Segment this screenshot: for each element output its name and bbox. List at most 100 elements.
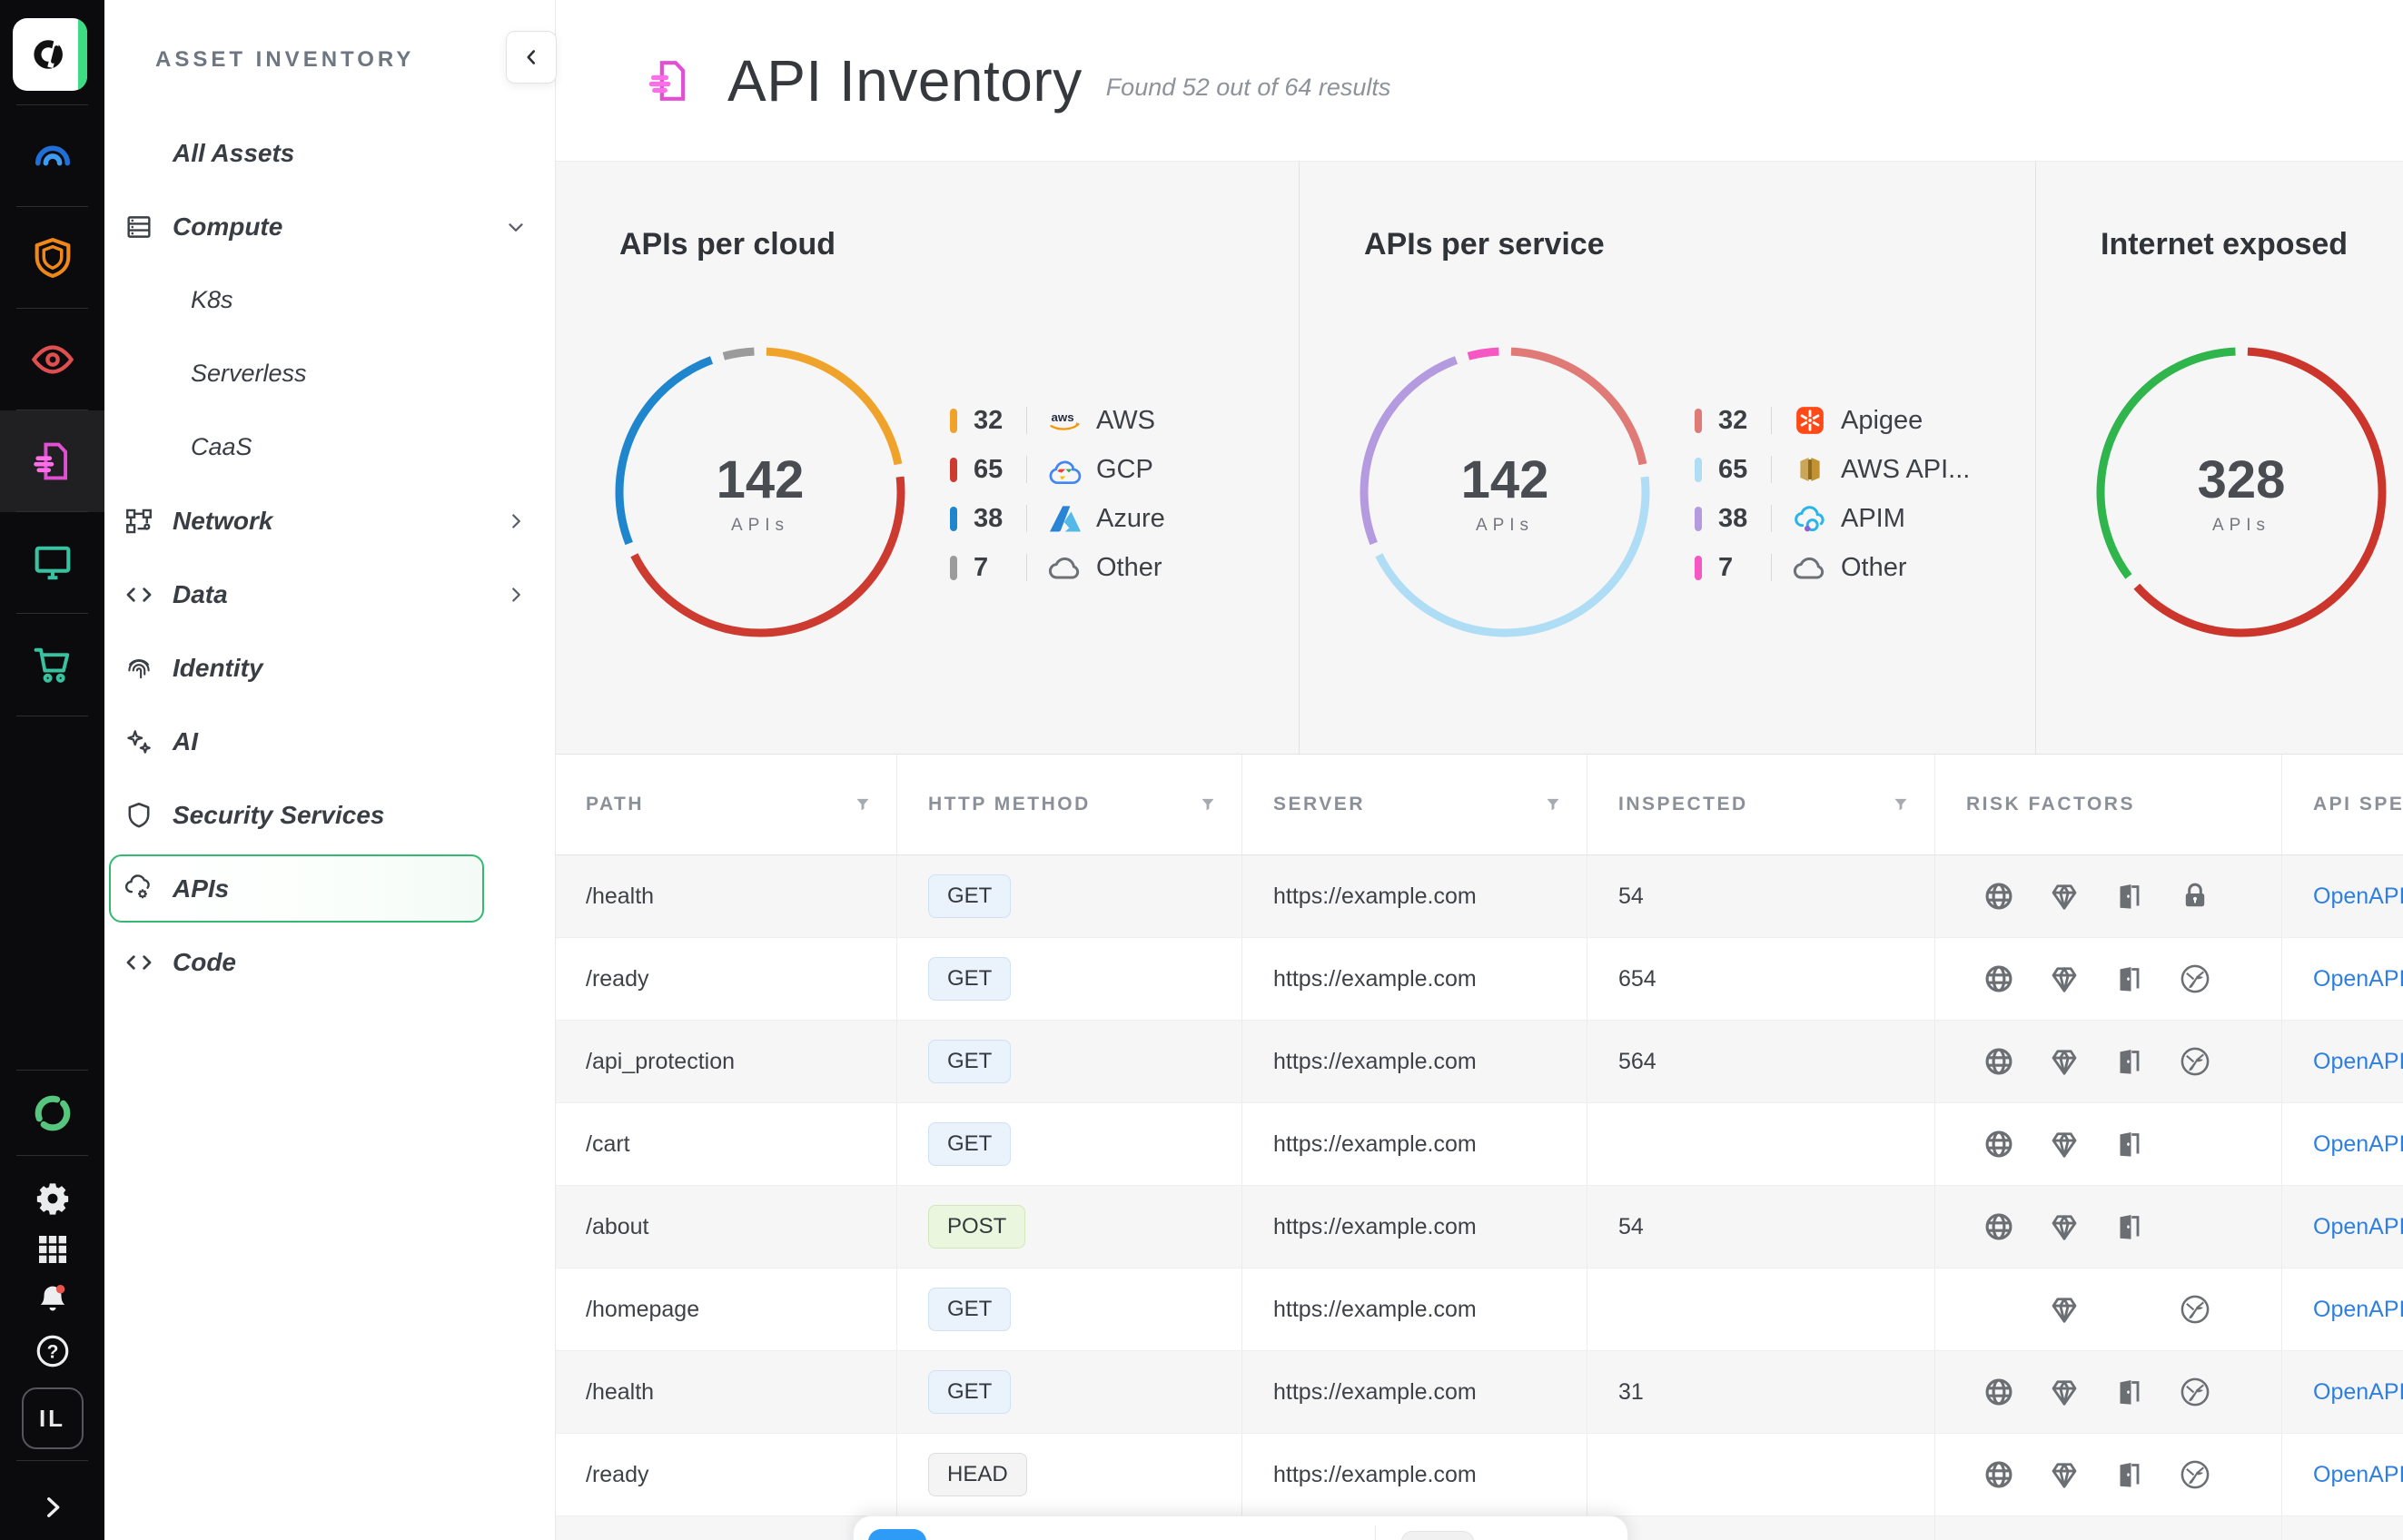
chart-title: APIs per cloud — [619, 227, 836, 262]
cell-api-spec: OpenAPI — [2281, 1021, 2403, 1102]
rail-item-eye[interactable] — [0, 309, 104, 410]
chevron-left-icon — [519, 45, 543, 69]
openapi-link[interactable]: OpenAPI — [2313, 966, 2403, 992]
table-row[interactable]: /healthGEThttps://example.com54OpenAPI — [555, 855, 2403, 938]
legend-value: 32 — [974, 406, 1026, 436]
table-row[interactable]: /aboutPOSThttps://example.com54OpenAPI — [555, 1186, 2403, 1269]
column-header-http-method[interactable]: HTTP METHOD — [896, 755, 1241, 854]
cell-risk-factors — [1934, 938, 2281, 1020]
sidebar-item-k8s[interactable]: K8s — [104, 263, 555, 337]
cart-icon — [29, 641, 76, 688]
cell-path: /about — [555, 1186, 896, 1268]
sidebar-item-identity[interactable]: Identity — [104, 631, 555, 705]
orca-logo[interactable] — [13, 18, 87, 91]
cell-server: https://example.com — [1241, 1103, 1587, 1185]
rail-item-shift-left[interactable] — [0, 614, 104, 716]
rail-item-notifications[interactable] — [0, 1275, 104, 1326]
cell-api-spec: OpenAPI — [2281, 1434, 2403, 1515]
cell-api-spec: OpenAPI — [2281, 938, 2403, 1020]
filter-funnel-icon[interactable] — [1893, 796, 1909, 813]
openapi-link[interactable]: OpenAPI — [2313, 1049, 2403, 1075]
sidebar-item-label: AI — [104, 727, 198, 756]
rail-item-apps[interactable] — [0, 1224, 104, 1275]
settings-gear-icon — [34, 1180, 72, 1218]
column-header-inspected[interactable]: INSPECTED — [1587, 755, 1934, 854]
table-row[interactable]: /readyHEADhttps://example.comOpenAPI — [555, 1434, 2403, 1516]
filter-funnel-icon[interactable] — [1545, 796, 1561, 813]
aws-apigw-icon — [1792, 453, 1832, 486]
sidebar-item-caas[interactable]: CaaS — [104, 410, 555, 484]
rail-item-api-inventory[interactable] — [0, 410, 104, 512]
cell-method: GET — [896, 1103, 1241, 1185]
sidebar-item-network[interactable]: Network — [104, 484, 555, 558]
rail-item-radar[interactable] — [0, 105, 104, 207]
rail-item-sync[interactable] — [0, 1081, 104, 1146]
cell-path: /api_protection — [555, 1516, 896, 1540]
sidebar-item-ai[interactable]: AI — [104, 705, 555, 778]
legend-value: 7 — [974, 553, 1026, 583]
openapi-link[interactable]: OpenAPI — [2313, 1462, 2403, 1488]
cloud-icon — [1792, 551, 1832, 584]
column-header-api-spec[interactable]: API SPEC — [2281, 755, 2403, 854]
legend-divider — [1026, 456, 1027, 483]
table-row[interactable]: /api_protectionGEThttps://example.com564… — [555, 1021, 2403, 1103]
rail-item-endpoints[interactable] — [0, 512, 104, 614]
globe-icon — [1966, 1128, 2032, 1160]
owasp-icon — [2162, 962, 2228, 995]
column-header-path[interactable]: PATH — [555, 755, 896, 854]
sidebar-item-all-assets[interactable]: All Assets — [104, 116, 555, 190]
cell-inspected: 31 — [1587, 1351, 1934, 1433]
filter-funnel-icon[interactable] — [855, 796, 871, 813]
cell-inspected: 88 — [1587, 1516, 1934, 1540]
rail-item-expand[interactable] — [0, 1482, 104, 1533]
openapi-link[interactable]: OpenAPI — [2313, 1379, 2403, 1406]
cell-method: GET — [896, 938, 1241, 1020]
column-header-risk-factors[interactable]: RISK FACTORS — [1934, 755, 2281, 854]
column-header-server[interactable]: SERVER — [1241, 755, 1587, 854]
rail-item-user[interactable]: IL — [0, 1382, 104, 1455]
legend-label: Other — [1841, 553, 1907, 583]
rail-item-settings[interactable] — [0, 1173, 104, 1224]
table-row[interactable]: /readyGEThttps://example.com654OpenAPI — [555, 938, 2403, 1021]
legend-item: 32 Apigee — [1695, 396, 1970, 445]
sidebar-collapse-button[interactable] — [506, 31, 557, 84]
sidebar-item-compute[interactable]: Compute — [104, 190, 555, 263]
cell-risk-factors — [1934, 1516, 2281, 1540]
http-method-badge: GET — [928, 1288, 1011, 1331]
table-row[interactable]: /homepageGEThttps://example.comOpenAPI — [555, 1269, 2403, 1351]
cell-inspected: 564 — [1587, 1021, 1934, 1102]
cell-server: https://example.com — [1241, 1351, 1587, 1433]
sidebar-item-apis[interactable]: APIs — [104, 852, 555, 925]
legend-item: 65AWS API... — [1695, 445, 1970, 494]
expand-chevron-icon — [37, 1492, 68, 1523]
sidebar-item-data[interactable]: Data — [104, 558, 555, 631]
rail-item-help[interactable]: ? — [0, 1326, 104, 1377]
cell-risk-factors — [1934, 1434, 2281, 1515]
cell-server: https://example.com — [1241, 1186, 1587, 1268]
sidebar-item-security-services[interactable]: Security Services — [104, 778, 555, 852]
ai-assist-button[interactable] — [868, 1529, 926, 1540]
openapi-link[interactable]: OpenAPI — [2313, 884, 2403, 910]
legend-label: Apigee — [1841, 406, 1923, 436]
cell-server: https://example.com — [1241, 1021, 1587, 1102]
openapi-link[interactable]: OpenAPI — [2313, 1214, 2403, 1240]
legend-value: 32 — [1718, 406, 1771, 436]
toolbar-toggle[interactable] — [1401, 1531, 1474, 1540]
cell-risk-factors — [1934, 1186, 2281, 1268]
filter-funnel-icon[interactable] — [1200, 796, 1216, 813]
openapi-link[interactable]: OpenAPI — [2313, 1131, 2403, 1158]
table-row[interactable]: /cartGEThttps://example.comOpenAPI — [555, 1103, 2403, 1186]
cloud-icon — [1047, 551, 1087, 584]
cell-server: https://example.com — [1241, 938, 1587, 1020]
openapi-link[interactable]: OpenAPI — [2313, 1297, 2403, 1323]
radar-icon — [29, 133, 76, 180]
cell-api-spec: OpenAPI — [2281, 1103, 2403, 1185]
cell-method: GET — [896, 1269, 1241, 1350]
sidebar-item-code[interactable]: Code — [104, 925, 555, 999]
chart-title: Internet exposed — [2101, 227, 2348, 262]
rail-item-shield[interactable] — [0, 207, 104, 309]
sidebar-item-serverless[interactable]: Serverless — [104, 337, 555, 410]
column-label: INSPECTED — [1618, 794, 1748, 815]
table-row[interactable]: /healthGEThttps://example.com31OpenAPI — [555, 1351, 2403, 1434]
api-table: PATHHTTP METHODSERVER INSPECTED RISK FACTO… — [555, 754, 2403, 1540]
